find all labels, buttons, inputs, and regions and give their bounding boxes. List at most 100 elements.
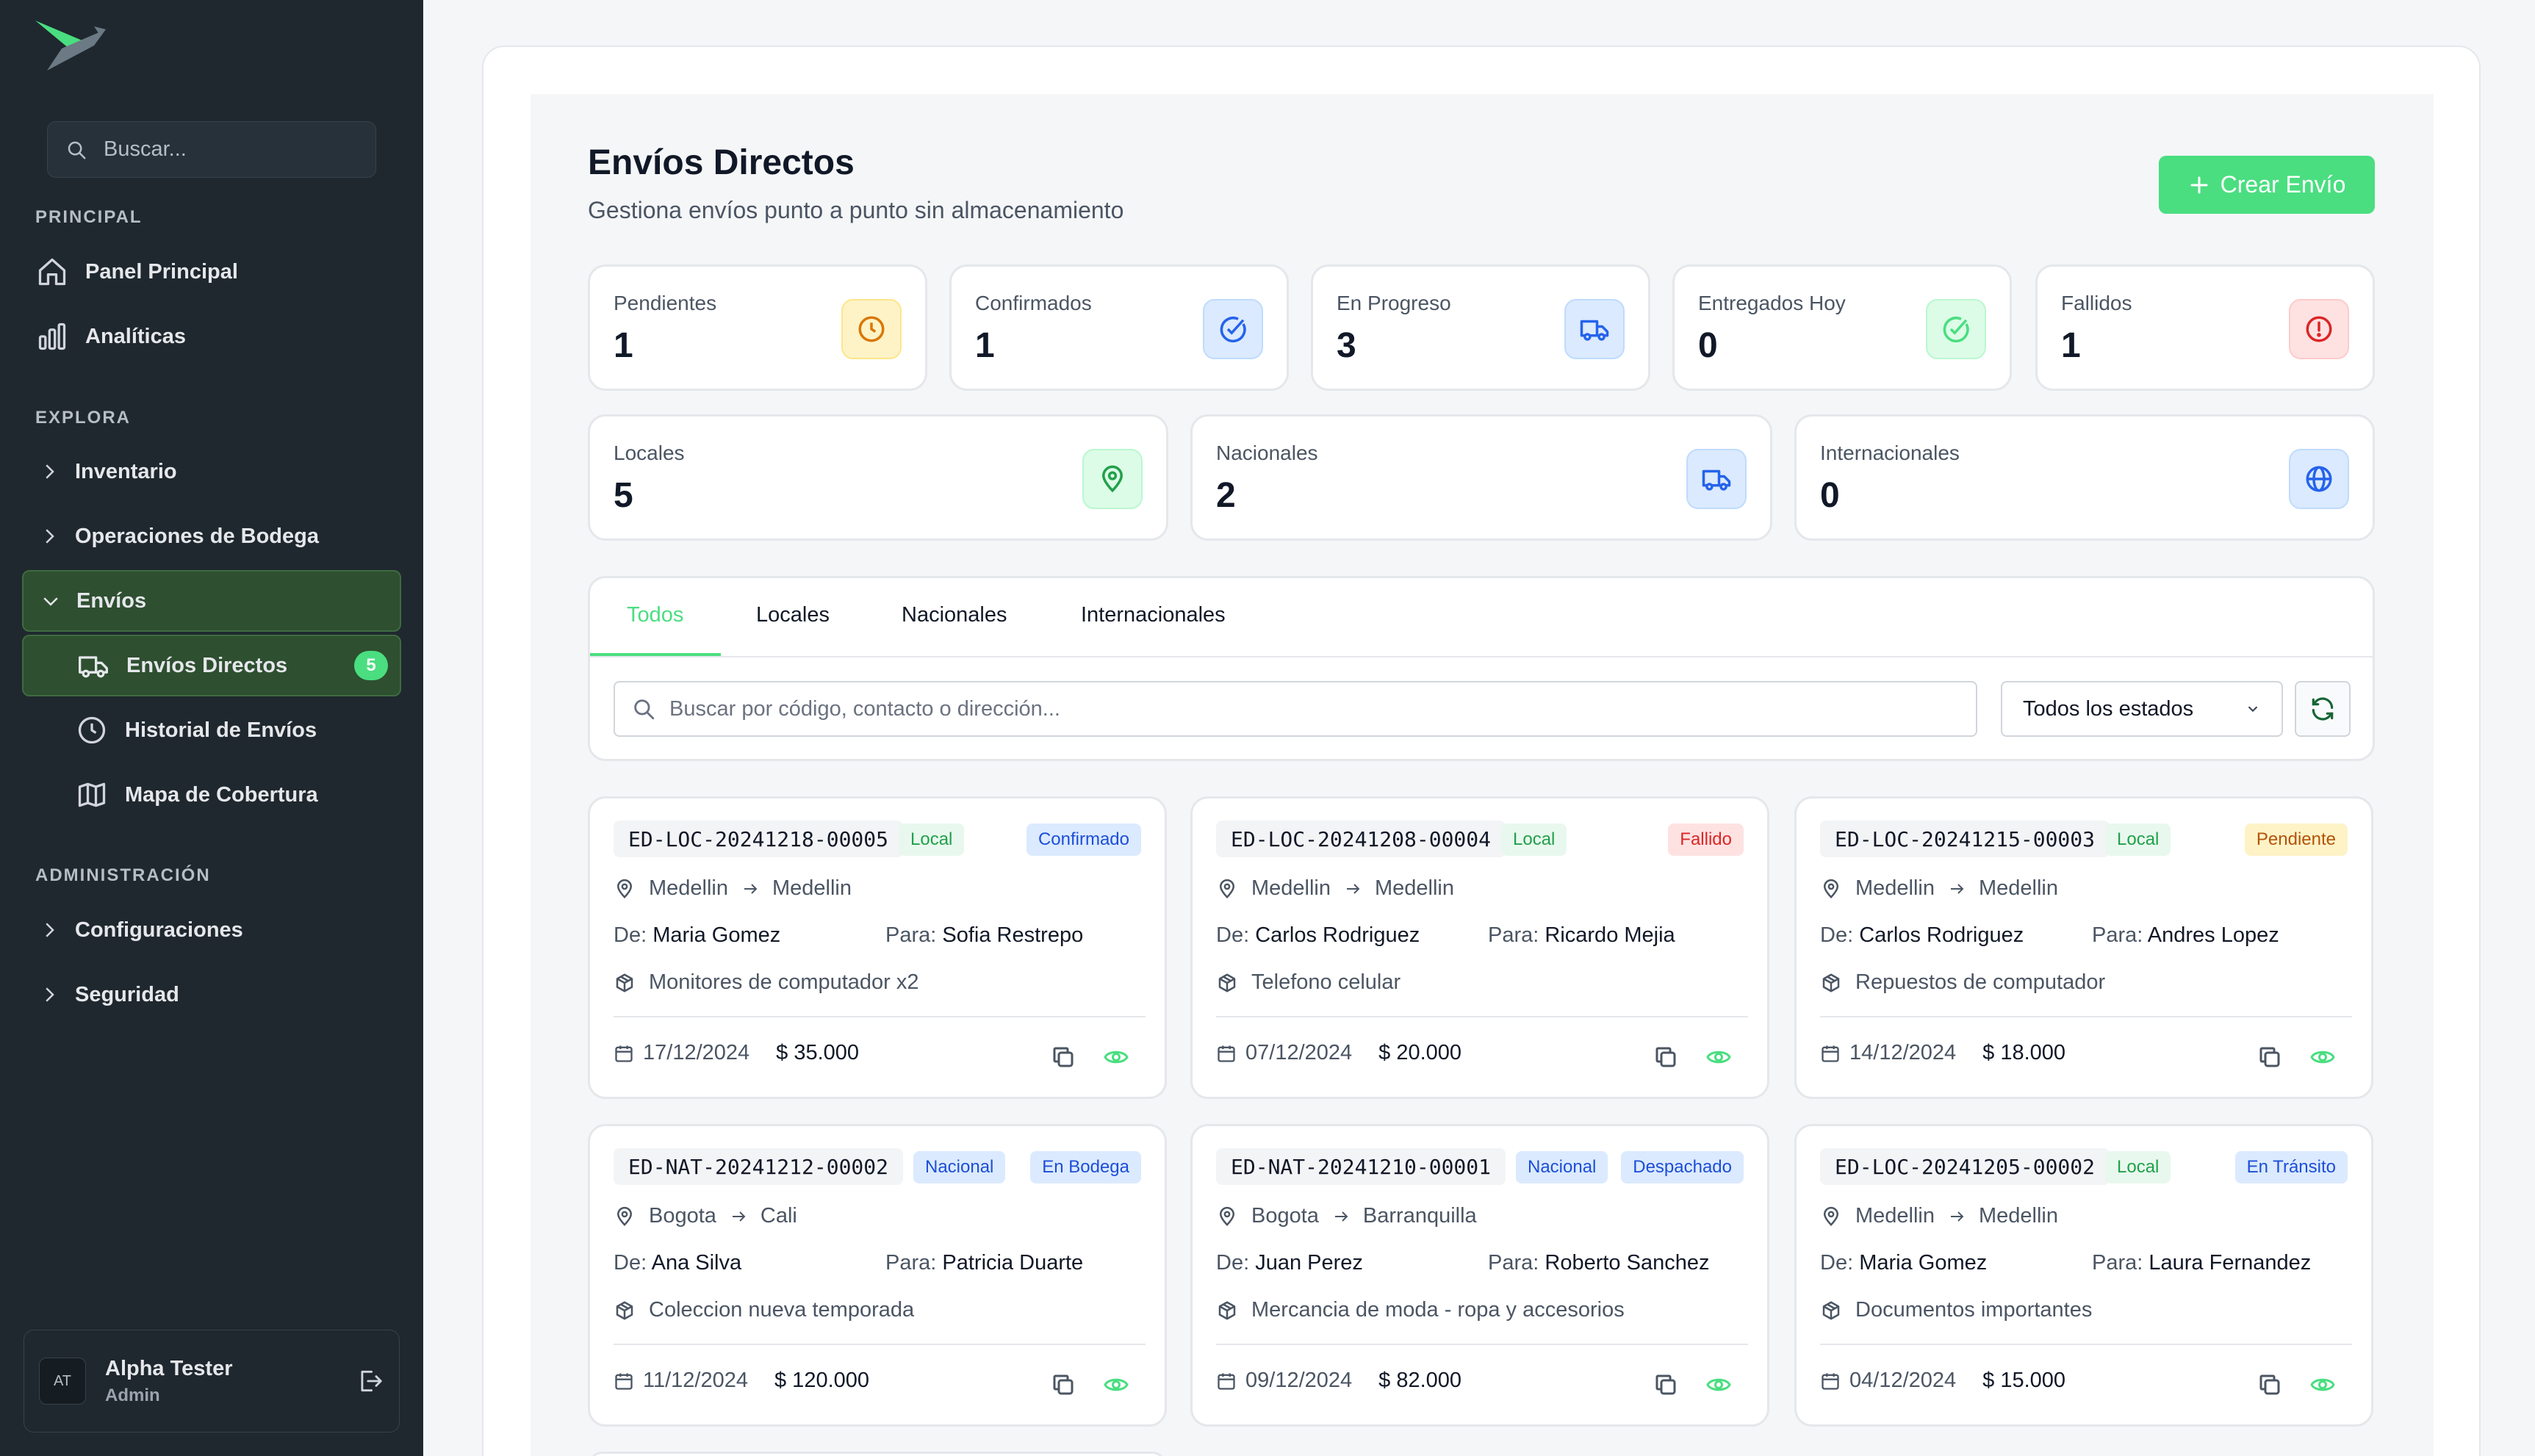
shipment-card[interactable]: ED-LOC-20241218-00005 Local Confirmado M… [588, 796, 1167, 1099]
route-origin: Medellin [1855, 1204, 1935, 1228]
eye-icon[interactable] [2309, 1044, 2336, 1070]
shipment-card[interactable]: ED-LOC-20241205-00002 Local En Tránsito … [1794, 1124, 2373, 1427]
refresh-button[interactable] [2295, 681, 2351, 737]
card-footer: 04/12/2024 $ 15.000 [1820, 1369, 2065, 1393]
route-destination: Medellin [1375, 876, 1454, 900]
tab-nacionales[interactable]: Nacionales [902, 603, 1007, 627]
type-badge: Local [899, 823, 965, 856]
stat-card-entregados-hoy: Entregados Hoy 0 [1672, 264, 2012, 391]
tab-locales[interactable]: Locales [756, 603, 830, 627]
divider [1820, 1016, 2352, 1017]
map-pin-icon [1823, 879, 1839, 898]
sender-label: De: [1216, 1251, 1250, 1275]
sidebar-item-mapa[interactable]: Mapa de Cobertura [22, 764, 401, 826]
sender-label: De: [1216, 923, 1250, 947]
sender-label: De: [1820, 923, 1854, 947]
shipment-code[interactable]: ED-LOC-20241208-00004 [1216, 821, 1506, 857]
package-icon [1218, 973, 1236, 992]
shipment-code[interactable]: ED-LOC-20241205-00002 [1820, 1148, 2110, 1185]
eye-icon[interactable] [1705, 1372, 1732, 1398]
route: Medellin Medellin [1820, 1204, 2058, 1228]
logo-icon[interactable] [32, 16, 112, 75]
divider [1216, 1344, 1748, 1345]
eye-icon[interactable] [2309, 1372, 2336, 1398]
shipment-code[interactable]: ED-LOC-20241218-00005 [614, 821, 904, 857]
sidebar-item-envios[interactable]: Envíos [22, 570, 401, 632]
shipment-price: $ 20.000 [1378, 1041, 1462, 1064]
chevron-right-icon [38, 525, 60, 547]
shipment-search-input[interactable]: Buscar por código, contacto o dirección.… [614, 681, 1977, 737]
chevron-right-icon [38, 984, 60, 1006]
user-card: AT Alpha Tester Admin [24, 1330, 400, 1432]
shipment-card[interactable]: ED-NAT-20241212-00002 Nacional En Bodega… [588, 1124, 1167, 1427]
stat-value: 0 [1820, 476, 1840, 515]
route: Medellin Medellin [1216, 876, 1454, 901]
copy-icon[interactable] [2257, 1044, 2283, 1070]
stat-value: 2 [1216, 476, 1236, 515]
map-pin-icon [1082, 449, 1143, 509]
truck-icon [1564, 299, 1625, 359]
count-badge: 5 [354, 651, 388, 680]
sidebar-search-input[interactable]: Buscar... [47, 121, 376, 178]
sidebar-item-seguridad[interactable]: Seguridad [22, 964, 401, 1026]
chevron-right-icon [38, 919, 60, 941]
shipment-price: $ 15.000 [1982, 1369, 2066, 1392]
divider [614, 1016, 1146, 1017]
shipment-code[interactable]: ED-LOC-20241215-00003 [1820, 821, 2110, 857]
stat-card-confirmados: Confirmados 1 [949, 264, 1289, 391]
copy-icon[interactable] [1050, 1372, 1076, 1398]
recipient-label: Para: [885, 1251, 937, 1275]
truck-icon [76, 649, 110, 682]
sidebar-item-label: Envíos [76, 588, 147, 613]
calendar-icon [615, 1045, 633, 1062]
refresh-icon [2312, 697, 2334, 721]
eye-icon[interactable] [1103, 1044, 1129, 1070]
stat-value: 1 [614, 326, 633, 365]
recipient-name: Patricia Duarte [942, 1251, 1084, 1275]
sidebar-item-envios-directos[interactable]: Envíos Directos 5 [22, 635, 401, 696]
tab-internacionales[interactable]: Internacionales [1081, 603, 1226, 627]
description-text: Repuestos de computador [1855, 970, 2106, 994]
copy-icon[interactable] [1653, 1044, 1679, 1070]
eye-icon[interactable] [1103, 1372, 1129, 1398]
package-icon [1218, 1301, 1236, 1319]
stat-value: 1 [975, 326, 995, 365]
sender-label: De: [614, 1251, 647, 1275]
shipment-code[interactable]: ED-NAT-20241212-00002 [614, 1148, 904, 1185]
eye-icon[interactable] [1705, 1044, 1732, 1070]
card-footer: 07/12/2024 $ 20.000 [1216, 1041, 1461, 1065]
shipment-card[interactable]: ED-NAT-20241210-00001 Nacional Despachad… [1190, 1124, 1769, 1427]
shipment-card[interactable]: ED-LOC-20241215-00003 Local Pendiente Me… [1794, 796, 2373, 1099]
shipment-card[interactable]: ED-LOC-20241208-00004 Local Fallido Mede… [1190, 796, 1769, 1099]
package-description: Mercancia de moda - ropa y accesorios [1216, 1298, 1625, 1322]
copy-icon[interactable] [2257, 1372, 2283, 1398]
description-text: Documentos importantes [1855, 1298, 2093, 1322]
stat-value: 5 [614, 476, 633, 515]
recipient-label: Para: [1488, 923, 1539, 947]
recipient-label: Para: [1488, 1251, 1539, 1275]
status-badge: En Tránsito [2234, 1151, 2348, 1183]
shipment-price: $ 120.000 [774, 1369, 870, 1392]
search-icon [634, 699, 655, 720]
sidebar-item-historial[interactable]: Historial de Envíos [22, 699, 401, 761]
active-tab-indicator [590, 653, 721, 656]
create-shipment-button[interactable]: Crear Envío [2159, 156, 2375, 214]
sidebar-item-config[interactable]: Configuraciones [22, 899, 401, 961]
recipient: Para: Sofia Restrepo [885, 923, 1083, 948]
arrow-right-icon [1951, 883, 1964, 894]
stat-label: Pendientes [614, 292, 717, 314]
sidebar-item-inventario[interactable]: Inventario [22, 441, 401, 502]
copy-icon[interactable] [1653, 1372, 1679, 1398]
copy-icon[interactable] [1050, 1044, 1076, 1070]
sidebar-item-panel[interactable]: Panel Principal [22, 241, 401, 303]
stat-card-locales: Locales 5 [588, 414, 1168, 541]
status-select[interactable]: Todos los estados [2001, 681, 2283, 737]
stat-value: 1 [2061, 326, 2081, 365]
sidebar-item-bodega[interactable]: Operaciones de Bodega [22, 505, 401, 567]
calendar-icon [1218, 1373, 1235, 1390]
calendar-icon [615, 1373, 633, 1390]
tab-todos[interactable]: Todos [627, 603, 683, 627]
sidebar-item-analiticas[interactable]: Analíticas [22, 306, 401, 367]
shipment-code[interactable]: ED-NAT-20241210-00001 [1216, 1148, 1506, 1185]
logout-icon[interactable] [356, 1367, 384, 1395]
